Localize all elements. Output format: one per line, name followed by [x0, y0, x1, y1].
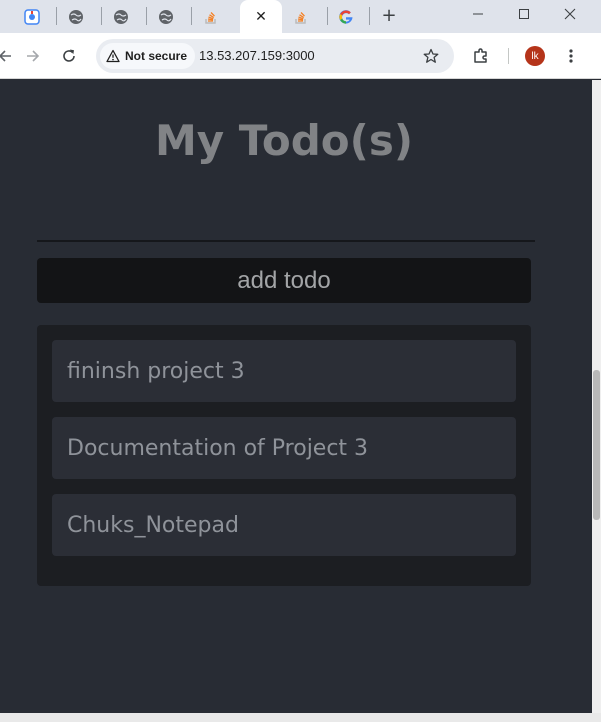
- reload-icon: [63, 49, 75, 62]
- minimize-button[interactable]: [455, 0, 501, 28]
- maximize-icon: [519, 9, 529, 19]
- todo-list: fininsh project 3 Documentation of Proje…: [37, 325, 531, 586]
- star-icon: [423, 48, 439, 63]
- globe-icon: [159, 9, 173, 24]
- tab-strip: ✕ +: [0, 0, 601, 33]
- close-window-button[interactable]: [547, 0, 593, 28]
- tab-stackoverflow-2[interactable]: [289, 0, 313, 33]
- puzzle-icon: [474, 48, 487, 63]
- tab-extension[interactable]: [20, 0, 44, 33]
- minimize-icon: [473, 13, 483, 15]
- kebab-menu-icon: [569, 49, 573, 63]
- title-divider: [37, 240, 535, 242]
- todo-app: My Todo(s) add todo fininsh project 3 Do…: [0, 80, 592, 713]
- page-title: My Todo(s): [154, 116, 414, 165]
- extensions-button[interactable]: [468, 43, 494, 69]
- tab-separator: [146, 7, 147, 25]
- globe-icon: [69, 9, 83, 24]
- todo-item[interactable]: Documentation of Project 3: [52, 417, 516, 479]
- forward-button[interactable]: [20, 43, 46, 69]
- back-button[interactable]: [0, 43, 18, 69]
- tab-separator: [369, 7, 370, 25]
- stackoverflow-icon: [205, 11, 216, 24]
- bookmark-button[interactable]: [418, 43, 444, 69]
- maximize-button[interactable]: [501, 0, 547, 28]
- warning-icon: [106, 49, 120, 63]
- reload-button[interactable]: [56, 43, 82, 69]
- todo-item[interactable]: Chuks_Notepad: [52, 494, 516, 556]
- tab-globe-3[interactable]: [154, 0, 178, 33]
- close-icon: [564, 8, 576, 20]
- tab-google[interactable]: [334, 0, 358, 33]
- menu-button[interactable]: [558, 43, 584, 69]
- tab-separator: [327, 7, 328, 25]
- browser-toolbar: Not secure 13.53.207.159:3000 lk: [0, 33, 601, 79]
- tab-globe-1[interactable]: [64, 0, 88, 33]
- tab-separator: [191, 7, 192, 25]
- tab-separator: [56, 7, 57, 25]
- address-bar[interactable]: Not secure 13.53.207.159:3000: [96, 39, 454, 73]
- tab-separator: [101, 7, 102, 25]
- stackoverflow-icon: [295, 11, 306, 24]
- close-tab-icon[interactable]: ✕: [255, 10, 267, 24]
- page-scrollbar[interactable]: [592, 80, 601, 713]
- extension-app-icon: [24, 8, 40, 25]
- todo-item[interactable]: fininsh project 3: [52, 340, 516, 402]
- tab-stackoverflow-1[interactable]: [199, 0, 223, 33]
- forward-arrow-icon: [27, 50, 40, 62]
- tab-active[interactable]: ✕: [240, 0, 282, 33]
- scrollbar-thumb[interactable]: [593, 370, 600, 520]
- toolbar-divider: [508, 48, 509, 64]
- security-chip[interactable]: Not secure: [100, 43, 196, 69]
- add-todo-button[interactable]: add todo: [37, 258, 531, 303]
- window-bottom-edge: [0, 713, 601, 722]
- profile-avatar[interactable]: lk: [525, 46, 545, 66]
- security-label: Not secure: [125, 49, 188, 63]
- globe-icon: [114, 9, 128, 24]
- new-tab-button[interactable]: +: [378, 4, 400, 26]
- back-arrow-icon: [0, 50, 11, 62]
- tab-globe-2[interactable]: [109, 0, 133, 33]
- google-icon: [339, 9, 353, 24]
- url-text[interactable]: 13.53.207.159:3000: [199, 39, 315, 73]
